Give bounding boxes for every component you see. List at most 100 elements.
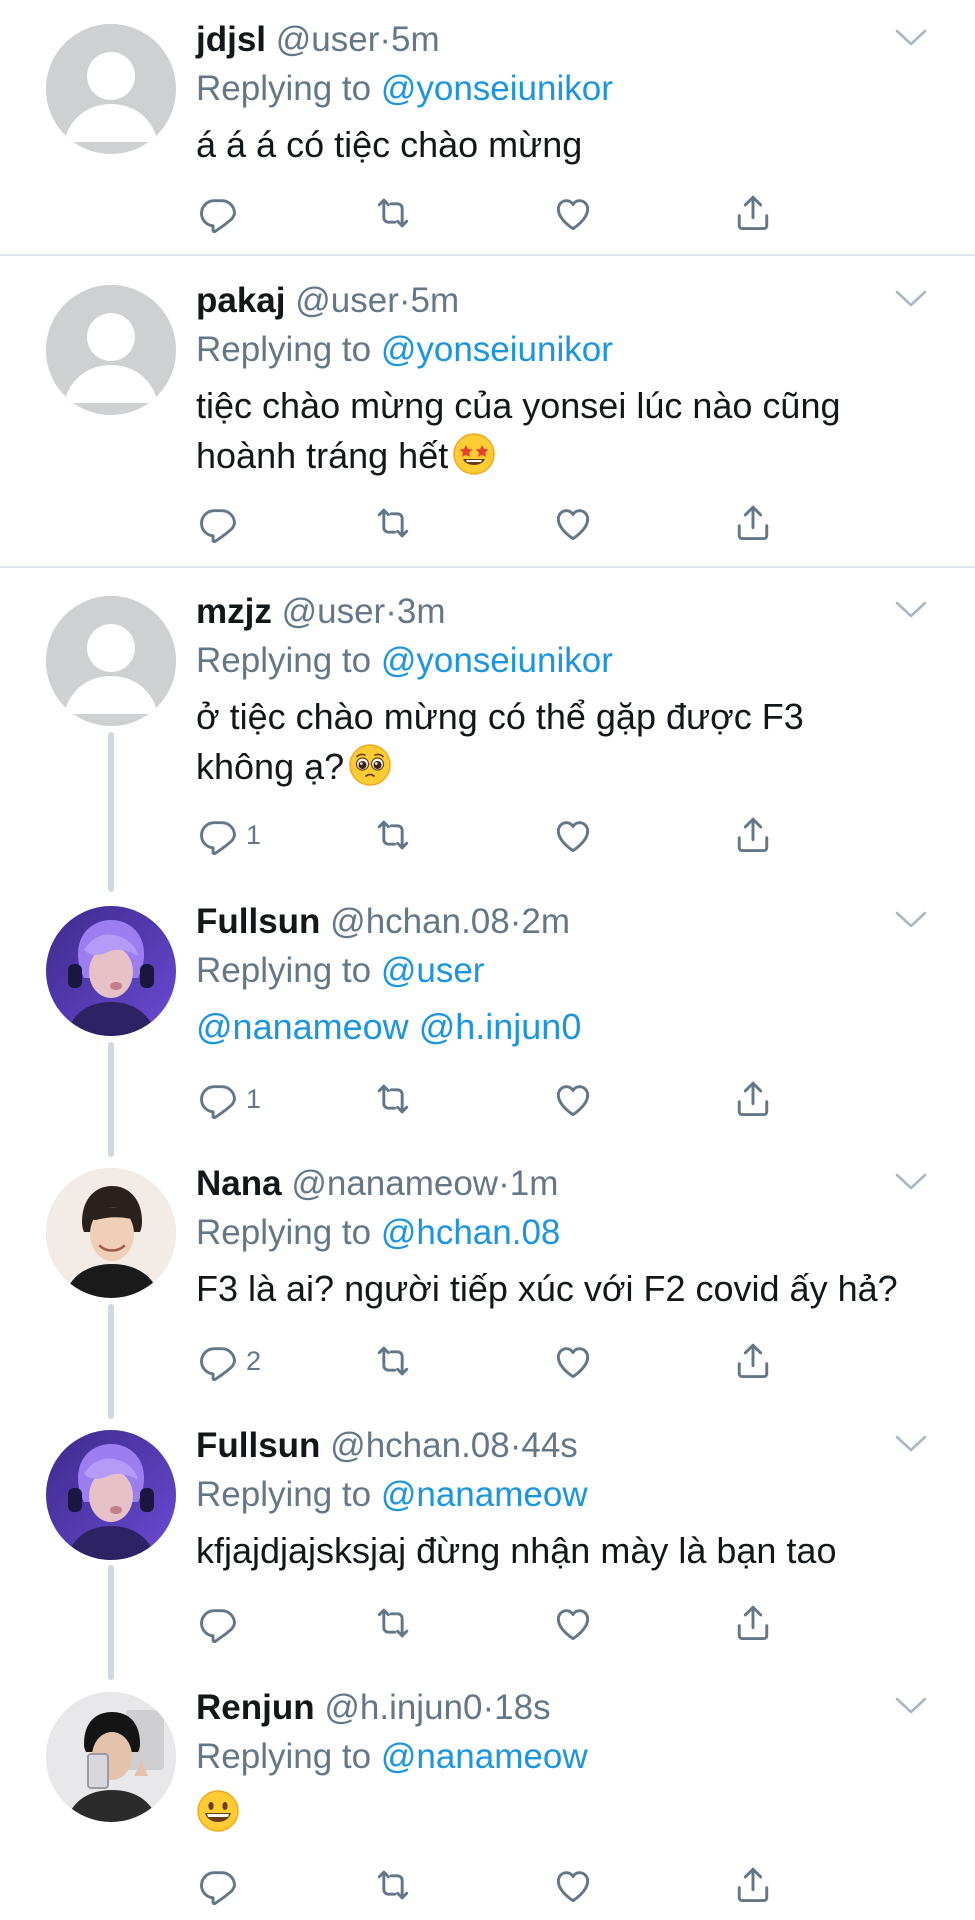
- share-icon: [731, 501, 775, 545]
- like-button[interactable]: [551, 1855, 595, 1915]
- separator: ·: [498, 1164, 510, 1203]
- tweet-mzjz[interactable]: mzjz @user·3m Replying to @yonseiunikor …: [0, 572, 975, 882]
- user-handle[interactable]: @hchan.08: [330, 902, 510, 941]
- avatar[interactable]: [46, 285, 176, 415]
- share-icon: [731, 1601, 775, 1645]
- reply-button[interactable]: [196, 1593, 246, 1653]
- like-icon: [551, 1863, 595, 1907]
- replying-handle-link[interactable]: @nanameow: [381, 1737, 588, 1776]
- separator: ·: [398, 281, 411, 320]
- action-bar: 1: [196, 805, 796, 865]
- grinning-face-emoji: [196, 1789, 240, 1833]
- avatar[interactable]: [46, 596, 176, 726]
- avatar[interactable]: [46, 906, 176, 1036]
- user-handle[interactable]: @user: [276, 20, 380, 59]
- share-button[interactable]: [731, 1593, 775, 1653]
- user-handle[interactable]: @user: [295, 281, 399, 320]
- retweet-button[interactable]: [371, 493, 415, 553]
- chevron-down-icon[interactable]: [893, 908, 929, 932]
- mention-link[interactable]: @nanameow: [196, 1006, 409, 1047]
- display-name[interactable]: pakaj: [196, 281, 286, 320]
- chevron-down-icon[interactable]: [893, 598, 929, 622]
- tweet-text: á á á có tiệc chào mừng: [196, 124, 583, 165]
- share-button[interactable]: [731, 1331, 775, 1391]
- share-button[interactable]: [731, 493, 775, 553]
- tweet-fullsun-2[interactable]: Fullsun @hchan.08·44s Replying to @nanam…: [0, 1406, 975, 1668]
- like-button[interactable]: [551, 1593, 595, 1653]
- retweet-button[interactable]: [371, 805, 415, 865]
- replying-label: Replying to: [196, 69, 372, 108]
- replying-handle-link[interactable]: @hchan.08: [381, 1213, 561, 1252]
- tweet-header: jdjsl @user·5m: [196, 16, 936, 64]
- avatar[interactable]: [46, 1430, 176, 1560]
- avatar[interactable]: [46, 1692, 176, 1822]
- tweet-pakaj[interactable]: pakaj @user·5m Replying to @yonseiunikor…: [0, 261, 975, 566]
- tweet-text: [196, 1788, 936, 1838]
- reply-button[interactable]: [196, 493, 246, 553]
- share-button[interactable]: [731, 805, 775, 865]
- share-icon: [731, 191, 775, 235]
- timestamp[interactable]: 5m: [411, 281, 460, 320]
- like-button[interactable]: [551, 493, 595, 553]
- timestamp[interactable]: 2m: [521, 902, 570, 941]
- reply-button[interactable]: [196, 183, 246, 243]
- chevron-down-icon[interactable]: [893, 1170, 929, 1194]
- reply-button[interactable]: 1: [196, 805, 261, 865]
- retweet-button[interactable]: [371, 1855, 415, 1915]
- like-button[interactable]: [551, 1069, 595, 1129]
- retweet-icon: [371, 1077, 415, 1121]
- retweet-button[interactable]: [371, 1069, 415, 1129]
- display-name[interactable]: mzjz: [196, 592, 272, 631]
- chevron-down-icon[interactable]: [893, 1432, 929, 1456]
- share-button[interactable]: [731, 1855, 775, 1915]
- replying-handle-link[interactable]: @user: [381, 951, 485, 990]
- tweet-content: Fullsun @hchan.08·2m Replying to @user @…: [196, 898, 936, 1052]
- user-handle[interactable]: @nanameow: [291, 1164, 498, 1203]
- display-name[interactable]: Fullsun: [196, 1426, 320, 1465]
- separator: ·: [379, 20, 392, 59]
- retweet-button[interactable]: [371, 1331, 415, 1391]
- display-name[interactable]: jdjsl: [196, 20, 266, 59]
- share-button[interactable]: [731, 183, 775, 243]
- timestamp[interactable]: 44s: [521, 1426, 577, 1465]
- timestamp[interactable]: 1m: [510, 1164, 559, 1203]
- avatar[interactable]: [46, 24, 176, 154]
- avatar[interactable]: [46, 1168, 176, 1298]
- like-button[interactable]: [551, 183, 595, 243]
- tweet-renjun[interactable]: Renjun @h.injun0·18s Replying to @naname…: [0, 1668, 975, 1920]
- timestamp[interactable]: 5m: [391, 20, 440, 59]
- reply-button[interactable]: 1: [196, 1069, 261, 1129]
- like-button[interactable]: [551, 1331, 595, 1391]
- retweet-button[interactable]: [371, 1593, 415, 1653]
- reply-count: 1: [246, 1083, 262, 1114]
- tweet-nana[interactable]: Nana @nanameow·1m Replying to @hchan.08 …: [0, 1144, 975, 1406]
- replying-handle-link[interactable]: @yonseiunikor: [381, 330, 613, 369]
- mention-link[interactable]: @h.injun0: [419, 1006, 582, 1047]
- tweet-fullsun-1[interactable]: Fullsun @hchan.08·2m Replying to @user @…: [0, 882, 975, 1144]
- user-handle[interactable]: @h.injun0: [324, 1688, 482, 1727]
- chevron-down-icon[interactable]: [893, 287, 929, 311]
- replying-handle-link[interactable]: @yonseiunikor: [381, 69, 613, 108]
- user-handle[interactable]: @user: [282, 592, 386, 631]
- like-button[interactable]: [551, 805, 595, 865]
- reply-button[interactable]: [196, 1855, 246, 1915]
- replying-handle-link[interactable]: @nanameow: [381, 1475, 588, 1514]
- share-button[interactable]: [731, 1069, 775, 1129]
- display-name[interactable]: Nana: [196, 1164, 282, 1203]
- timestamp[interactable]: 3m: [397, 592, 446, 631]
- replying-label: Replying to: [196, 1213, 372, 1252]
- tweet-content: Fullsun @hchan.08·44s Replying to @nanam…: [196, 1422, 936, 1576]
- replying-label: Replying to: [196, 641, 372, 680]
- user-handle[interactable]: @hchan.08: [330, 1426, 510, 1465]
- chevron-down-icon[interactable]: [893, 1694, 929, 1718]
- display-name[interactable]: Fullsun: [196, 902, 320, 941]
- tweet-header: Nana @nanameow·1m: [196, 1160, 936, 1208]
- default-avatar-icon: [46, 24, 176, 154]
- retweet-button[interactable]: [371, 183, 415, 243]
- tweet-jdjsl[interactable]: jdjsl @user·5m Replying to @yonseiunikor…: [0, 0, 975, 255]
- chevron-down-icon[interactable]: [893, 26, 929, 50]
- timestamp[interactable]: 18s: [494, 1688, 550, 1727]
- display-name[interactable]: Renjun: [196, 1688, 315, 1727]
- replying-handle-link[interactable]: @yonseiunikor: [381, 641, 613, 680]
- reply-button[interactable]: 2: [196, 1331, 261, 1391]
